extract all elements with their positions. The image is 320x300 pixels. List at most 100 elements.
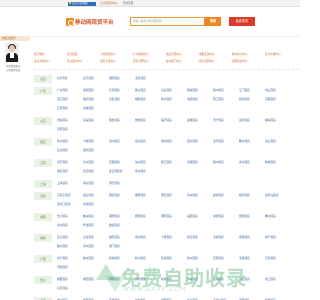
- city-link[interactable]: 秦皇岛现货: [265, 193, 278, 197]
- city-link[interactable]: 玉林现货: [239, 256, 250, 260]
- city-link[interactable]: 常州现货: [135, 160, 146, 164]
- city-link[interactable]: 怀化现货: [83, 223, 94, 227]
- province-label[interactable]: 上海: [34, 180, 52, 188]
- city-link[interactable]: 承德现货: [83, 202, 94, 206]
- city-link[interactable]: 百色现货: [265, 256, 276, 260]
- hot-city-link[interactable]: 西安合肥中心: [133, 59, 149, 63]
- city-link[interactable]: 揭阳现货: [135, 97, 146, 101]
- city-link[interactable]: 十堰现货: [161, 235, 172, 239]
- city-link[interactable]: 烟台现货: [109, 118, 120, 122]
- city-link[interactable]: 泰安现货: [239, 118, 250, 122]
- city-link[interactable]: 佛山现货: [135, 88, 146, 92]
- city-link[interactable]: 鄂州现货: [83, 244, 94, 248]
- city-link[interactable]: 绍兴现货: [187, 139, 198, 143]
- city-link[interactable]: 济宁现货: [213, 118, 224, 122]
- city-link[interactable]: 黄石现货: [187, 235, 198, 239]
- hot-city-link[interactable]: 杭州南京中心: [232, 52, 248, 56]
- city-link[interactable]: 梧州现货: [135, 256, 146, 260]
- publish-button[interactable]: 免费发布: [229, 17, 255, 26]
- hot-city-link[interactable]: 苏州宁波中心: [265, 52, 281, 56]
- city-link[interactable]: 永州现货: [57, 223, 68, 227]
- city-link[interactable]: 汕头现货: [161, 88, 172, 92]
- city-link[interactable]: 河源现货: [265, 97, 276, 101]
- city-link[interactable]: 南通现货: [187, 160, 198, 164]
- city-link[interactable]: 郴州现货: [265, 214, 276, 218]
- city-link[interactable]: 河池现货: [57, 265, 68, 269]
- province-label[interactable]: 山东: [34, 117, 52, 125]
- avatar[interactable]: [5, 43, 19, 62]
- city-link[interactable]: 唐山现货: [83, 193, 94, 197]
- city-link[interactable]: 徐州现货: [135, 169, 146, 173]
- city-link[interactable]: 连云港现货: [109, 169, 122, 173]
- city-link[interactable]: 江门现货: [239, 88, 250, 92]
- city-link[interactable]: 惠州现货: [213, 88, 224, 92]
- province-label[interactable]: 湖南: [34, 213, 52, 221]
- city-link[interactable]: 达州现货: [213, 277, 224, 281]
- province-label[interactable]: 湖北: [34, 234, 52, 242]
- city-link[interactable]: 云浮现货: [57, 106, 68, 110]
- city-link[interactable]: 衢州现货: [239, 139, 250, 143]
- city-link[interactable]: 朝阳现货: [109, 76, 120, 80]
- city-link[interactable]: 岳阳现货: [187, 214, 198, 218]
- city-link[interactable]: 娄底现货: [109, 223, 120, 227]
- city-link[interactable]: 德阳现货: [109, 277, 120, 281]
- top-link-login[interactable]: 登录注册: [123, 2, 133, 6]
- city-link[interactable]: 乐山现货: [239, 277, 250, 281]
- city-link[interactable]: 钦州现货: [187, 256, 198, 260]
- city-link[interactable]: 襄阳现货: [109, 235, 120, 239]
- city-link[interactable]: 舟山现货: [265, 139, 276, 143]
- city-link[interactable]: 邯郸现货: [135, 193, 146, 197]
- city-link[interactable]: 威海现货: [265, 118, 276, 122]
- sidebar-line-2[interactable]: 公司名称信息: [6, 68, 20, 72]
- city-link[interactable]: 泸州现货: [187, 277, 198, 281]
- site-logo[interactable]: 移动网现货平台: [66, 18, 114, 26]
- city-link[interactable]: 自贡现货: [57, 286, 68, 290]
- city-link[interactable]: 黄冈现货: [239, 235, 250, 239]
- city-link[interactable]: 湖州现货: [161, 139, 172, 143]
- hot-city-link[interactable]: 贵阳南昌中心: [232, 59, 248, 63]
- city-link[interactable]: 武汉现货: [57, 235, 68, 239]
- city-link[interactable]: 临沂现货: [161, 118, 172, 122]
- city-link[interactable]: 绵阳现货: [83, 277, 94, 281]
- hot-city-link[interactable]: 上海现货中心: [100, 52, 116, 56]
- city-link[interactable]: 张家口现货: [57, 202, 70, 206]
- city-link[interactable]: 日照现货: [57, 127, 68, 131]
- city-link[interactable]: 常德现货: [213, 214, 224, 218]
- city-link[interactable]: 苏州现货: [83, 160, 94, 164]
- city-link[interactable]: 汕尾现货: [83, 106, 94, 110]
- city-link[interactable]: 廊坊现货: [213, 193, 224, 197]
- bookmark-link[interactable]: 设为首页收藏: [68, 2, 96, 6]
- city-link[interactable]: 盐城现货: [265, 160, 276, 164]
- city-link[interactable]: 湛江现货: [57, 97, 68, 101]
- city-link[interactable]: 长沙现货: [57, 214, 68, 218]
- city-link[interactable]: 宜宾现货: [135, 277, 146, 281]
- city-link[interactable]: 扬州现货: [213, 160, 224, 164]
- city-link[interactable]: 北京市区: [57, 76, 68, 80]
- city-link[interactable]: 广州现货: [57, 88, 68, 92]
- city-link[interactable]: 石家庄现货: [57, 193, 70, 197]
- city-link[interactable]: 荆门现货: [109, 244, 120, 248]
- city-link[interactable]: 深圳现货: [83, 88, 94, 92]
- city-link[interactable]: 株洲现货: [83, 214, 94, 218]
- city-link[interactable]: 咸宁现货: [265, 235, 276, 239]
- city-link[interactable]: 嘉兴现货: [135, 139, 146, 143]
- province-label[interactable]: 北京: [34, 75, 52, 83]
- city-link[interactable]: 韶关现货: [239, 97, 250, 101]
- hot-city-link[interactable]: 福州厦门中心: [166, 59, 182, 63]
- city-link[interactable]: 随州现货: [57, 244, 68, 248]
- city-link[interactable]: 济南现货: [57, 118, 68, 122]
- city-link[interactable]: 沧州现货: [187, 193, 198, 197]
- city-link[interactable]: 南充现货: [161, 277, 172, 281]
- city-link[interactable]: 东莞现货: [109, 88, 120, 92]
- city-link[interactable]: 台州现货: [57, 148, 68, 152]
- city-link[interactable]: 镇江现货: [161, 160, 172, 164]
- city-link[interactable]: 青岛现货: [83, 118, 94, 122]
- search-button[interactable]: 搜索: [205, 17, 221, 26]
- city-link[interactable]: 桂林现货: [109, 256, 120, 260]
- city-link[interactable]: 柳州现货: [83, 256, 94, 260]
- city-link[interactable]: 北京现货: [83, 76, 94, 80]
- hot-city-link[interactable]: 北京现货: [67, 52, 77, 56]
- hot-city-link[interactable]: 广州深圳中心: [133, 52, 149, 56]
- city-link[interactable]: 湘潭现货: [109, 214, 120, 218]
- province-label[interactable]: 江苏: [34, 159, 52, 167]
